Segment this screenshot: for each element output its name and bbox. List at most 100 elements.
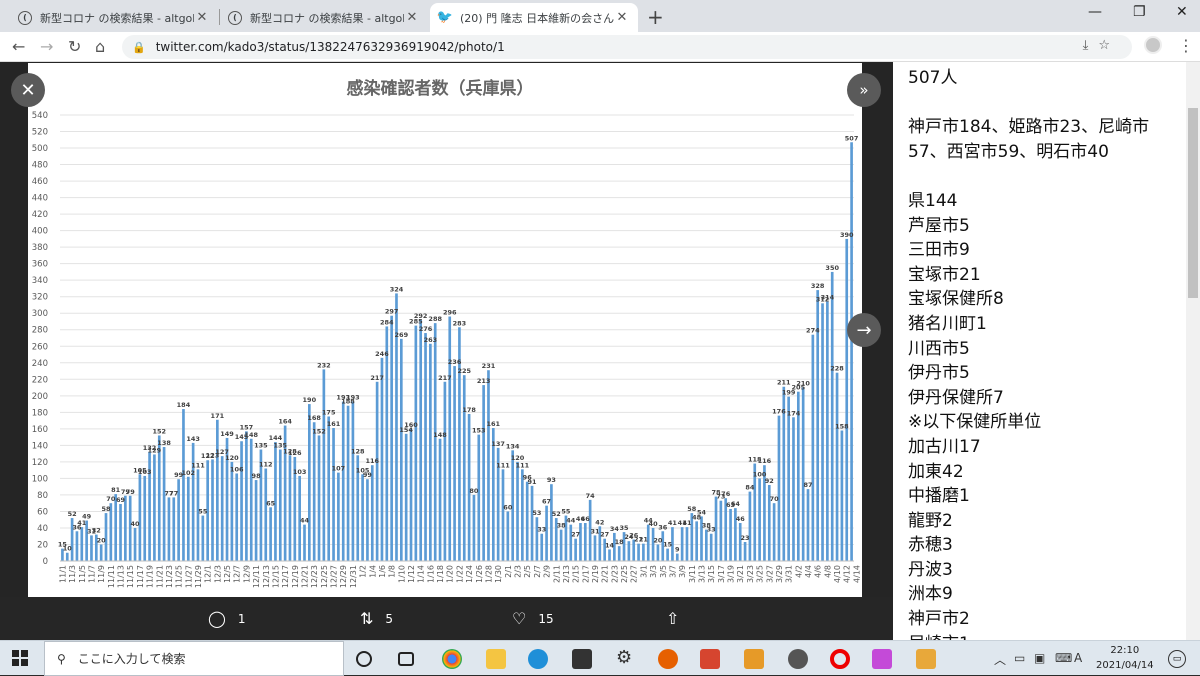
back-icon[interactable]: ← — [12, 37, 25, 56]
store-icon[interactable] — [572, 649, 592, 669]
windows-start-icon[interactable] — [12, 650, 28, 666]
tweet-text-line: 龍野2 — [908, 510, 953, 531]
bar — [438, 438, 442, 561]
url-field[interactable]: 🔒 twitter.com/kado3/status/1382247632936… — [122, 35, 1132, 59]
new-tab-icon[interactable]: + — [647, 5, 664, 29]
close-tab-icon[interactable]: ✕ — [614, 10, 630, 25]
bar — [419, 319, 423, 561]
settings-gear-icon[interactable]: ⚙ — [616, 647, 636, 668]
minimize-icon[interactable]: — — [1088, 4, 1102, 20]
x-tick-label: 11/1 — [58, 565, 67, 583]
browser-tab-1[interactable]: ( 新型コロナ の検索結果 - altgolddeｘ ✕ — [10, 3, 218, 32]
tweet-text-line: 芦屋市5 — [908, 215, 970, 236]
url-text: twitter.com/kado3/status/138224763293691… — [155, 40, 505, 54]
bar — [75, 531, 79, 561]
close-tab-icon[interactable]: ✕ — [404, 10, 420, 25]
reload-icon[interactable]: ↻ — [68, 37, 81, 56]
collapse-panel-icon[interactable]: » — [847, 73, 881, 107]
bar — [245, 431, 248, 561]
home-icon[interactable]: ⌂ — [95, 37, 105, 56]
menu-dots-icon[interactable]: ⋮ — [1178, 36, 1194, 55]
bar — [685, 527, 689, 561]
bar — [332, 428, 335, 561]
bar — [826, 301, 829, 561]
x-tick-label: 2/1 — [504, 565, 513, 578]
data-label: 41 — [668, 519, 678, 527]
reply-button[interactable]: ◯ 1 — [208, 609, 246, 628]
next-photo-icon[interactable]: → — [847, 313, 881, 347]
x-tick-label: 11/9 — [97, 565, 106, 583]
bar — [327, 416, 331, 561]
y-tick-label: 380 — [32, 243, 48, 253]
x-tick-label: 3/7 — [668, 565, 677, 578]
reply-count: 1 — [237, 611, 246, 626]
bar — [821, 303, 824, 561]
tweet-text-line: 神戸市184、姫路市23、尼崎市57、西宮市59、明石市40 — [908, 117, 1150, 162]
data-label: 36 — [658, 523, 668, 531]
like-count: 15 — [538, 611, 554, 626]
app-icon[interactable] — [872, 649, 892, 669]
profile-avatar[interactable] — [1144, 36, 1162, 54]
data-label: 92 — [765, 477, 774, 485]
data-label: 292 — [414, 312, 428, 320]
tweet-text-line: 尼崎市1 — [908, 632, 1178, 640]
keyboard-icon[interactable]: ⌨ — [1055, 651, 1072, 665]
app-icon[interactable] — [788, 649, 808, 669]
x-tick-label: 2/9 — [543, 565, 552, 578]
chrome-icon[interactable] — [442, 649, 462, 669]
file-explorer-icon[interactable] — [486, 649, 506, 669]
bar — [414, 325, 418, 561]
data-label: 116 — [758, 457, 772, 465]
x-tick-label: 1/6 — [378, 565, 387, 578]
x-tick-label: 2/11 — [552, 565, 561, 583]
system-clock[interactable]: 22:10 2021/04/14 — [1096, 643, 1154, 673]
battery-icon[interactable]: ▭ — [1014, 651, 1025, 665]
app-icon[interactable] — [744, 649, 764, 669]
cortana-icon[interactable] — [356, 651, 372, 667]
data-label: 143 — [186, 435, 200, 443]
like-button[interactable]: ♡ 15 — [512, 609, 554, 628]
data-label: 283 — [453, 319, 467, 327]
ime-indicator[interactable]: A — [1074, 651, 1082, 665]
notification-icon[interactable]: ▭ — [1168, 650, 1186, 668]
close-viewer-icon[interactable]: ✕ — [11, 73, 45, 107]
bar — [312, 422, 316, 561]
forward-icon[interactable]: → — [40, 37, 53, 56]
browser-tab-2[interactable]: ( 新型コロナ の検索結果 - altgolddeｘ ✕ — [220, 3, 428, 32]
tweet-text-line: 洲本9 — [908, 584, 953, 605]
tweet-text-line: 伊丹市5 — [908, 363, 970, 384]
data-label: 168 — [307, 414, 321, 422]
bar — [530, 485, 534, 561]
tray-chevron-icon[interactable]: ︿ — [994, 651, 1006, 668]
data-label: 158 — [835, 423, 849, 431]
data-label: 33 — [537, 526, 546, 534]
close-tab-icon[interactable]: ✕ — [194, 10, 210, 25]
retweet-button[interactable]: ⇅ 5 — [360, 609, 393, 628]
mail-icon[interactable] — [916, 649, 936, 669]
scrollbar-thumb[interactable] — [1188, 108, 1198, 298]
x-tick-label: 2/25 — [620, 565, 629, 583]
task-view-icon[interactable] — [398, 652, 414, 666]
maximize-icon[interactable]: ❐ — [1133, 4, 1146, 20]
data-label: 112 — [259, 460, 273, 468]
browser-tab-3[interactable]: 🐦 (20) 門 隆志 日本維新の会さん (@k ✕ — [430, 3, 638, 32]
data-label: 18 — [615, 538, 625, 546]
taskbar-search-field[interactable]: ⚲ ここに入力して検索 — [44, 641, 344, 676]
install-icon[interactable]: ⤓☆ — [1083, 38, 1120, 53]
tweet-text-line: ※以下保健所単位 — [908, 412, 1042, 433]
bar — [201, 515, 205, 561]
opera-icon[interactable] — [830, 649, 850, 669]
bar — [167, 497, 171, 561]
edge-icon[interactable] — [528, 649, 548, 669]
data-label: 116 — [365, 457, 379, 465]
data-label: 53 — [532, 509, 541, 517]
data-label: 103 — [293, 468, 307, 476]
close-window-icon[interactable]: ✕ — [1176, 4, 1188, 20]
firefox-icon[interactable] — [658, 649, 678, 669]
network-icon[interactable]: ▣ — [1034, 651, 1045, 665]
share-button[interactable]: ⇧ — [666, 609, 691, 628]
bar — [240, 441, 243, 561]
bar — [220, 456, 224, 561]
y-tick-label: 480 — [32, 161, 48, 171]
media-player-icon[interactable] — [700, 649, 720, 669]
